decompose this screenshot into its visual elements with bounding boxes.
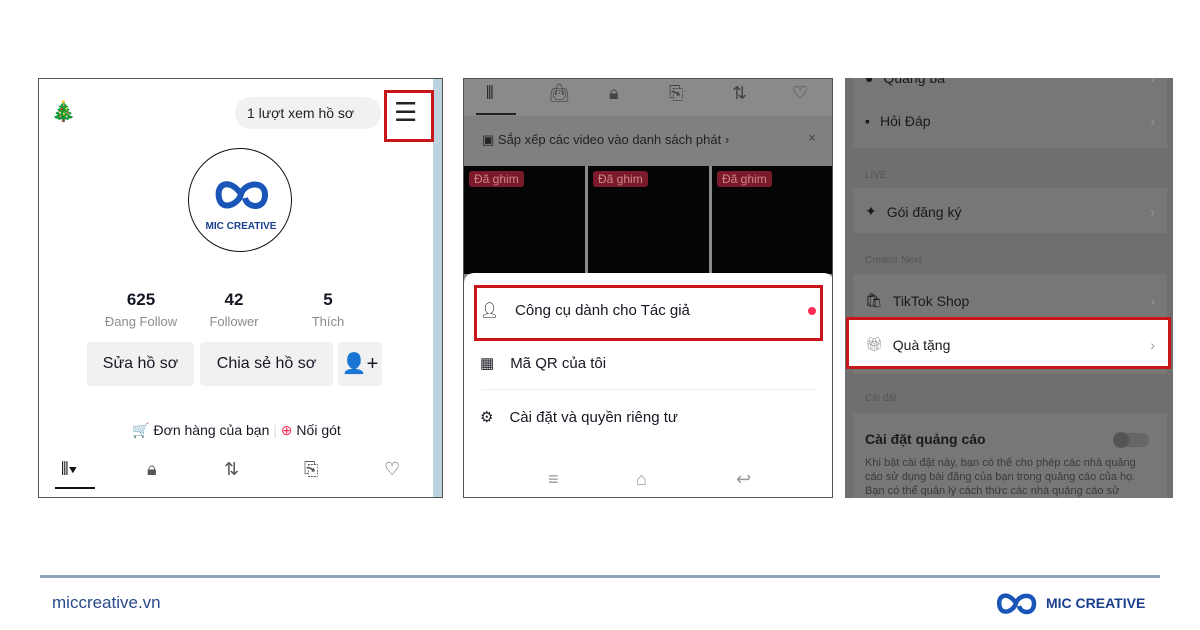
- video-thumb[interactable]: Đã ghim: [588, 166, 709, 274]
- section-creator-next: Creator Next: [865, 255, 922, 266]
- shop-icon[interactable]: 👜︎: [548, 83, 571, 104]
- gift-icon: 🎁︎: [865, 336, 883, 352]
- creator-tools-icon: 👤︎: [480, 302, 500, 319]
- footer-site: miccreative.vn: [52, 593, 161, 612]
- tree-icon: 🎄: [51, 101, 76, 123]
- stat-likes[interactable]: 5 Thích: [283, 290, 373, 329]
- section-settings: Cài đặt: [865, 393, 897, 404]
- liked-icon[interactable]: ♡: [384, 459, 400, 480]
- ad-settings-description: Khi bật cài đặt này, bạn có thể cho phép…: [865, 457, 1136, 497]
- row-promote[interactable]: ● Quảng bá ›: [865, 78, 1155, 86]
- qa-icon: ▪: [865, 113, 870, 129]
- brand-logo-icon: [997, 593, 1037, 615]
- nav-back-icon[interactable]: ↩: [736, 469, 751, 490]
- active-tab-underline: [55, 487, 95, 489]
- menu-sheet-screen: ⫴ 👜︎ 🔒︎ ⎘ ⇅ ♡ ▣ Sắp xếp các video vào da…: [463, 78, 833, 498]
- row-tiktok-shop[interactable]: 🛍︎ TikTok Shop ›: [865, 292, 1155, 309]
- menu-icon[interactable]: ☰: [394, 97, 417, 128]
- video-thumb[interactable]: Đã ghim: [464, 166, 585, 274]
- repost-icon[interactable]: ⇅: [224, 459, 239, 480]
- tabs-dimmed: ⫴ 👜︎ 🔒︎ ⎘ ⇅ ♡: [464, 79, 832, 115]
- menu-item-qr[interactable]: ▦ Mã QR của tôi: [480, 354, 606, 373]
- qr-icon: ▦: [480, 355, 495, 372]
- links-row: 🛒 Đơn hàng của bạn | ⊕ Nối gót: [132, 422, 341, 438]
- heart-icon[interactable]: ♡: [792, 83, 808, 104]
- profile-views-pill[interactable]: 1 lượt xem hồ sơ: [235, 97, 381, 129]
- row-subscription[interactable]: ✦ Gói đăng ký ›: [865, 203, 1155, 220]
- share-profile-button[interactable]: Chia sẻ hồ sơ: [200, 342, 333, 386]
- shop-icon: 🛍︎: [865, 292, 883, 308]
- footer-divider: [40, 575, 1160, 578]
- row-qa[interactable]: ▪ Hỏi Đáp ›: [865, 113, 1155, 129]
- notification-dot: [808, 307, 816, 315]
- nav-menu-icon[interactable]: ≡: [548, 469, 559, 490]
- section-live: LIVE: [865, 170, 887, 181]
- grid-icon[interactable]: ⫴▾: [61, 459, 77, 480]
- edit-profile-button[interactable]: Sửa hồ sơ: [87, 342, 194, 386]
- grid-icon[interactable]: ⫴: [486, 83, 494, 104]
- duet-icon: ⊕: [280, 422, 293, 438]
- video-thumb[interactable]: Đã ghim: [712, 166, 832, 274]
- ads-toggle[interactable]: [1113, 432, 1149, 448]
- noigot-link[interactable]: Nối gót: [296, 422, 340, 438]
- scroll-strip: [433, 79, 442, 497]
- profile-screen: 🎄 1 lượt xem hồ sơ ☰ MIC CREATIVE 625 Đan…: [38, 78, 443, 498]
- nav-home-icon[interactable]: ⌂: [636, 469, 647, 490]
- playlist-banner[interactable]: ▣ Sắp xếp các video vào danh sách phát ›…: [464, 116, 832, 166]
- avatar-text: MIC CREATIVE: [205, 221, 277, 232]
- lock-icon[interactable]: 🔒︎: [609, 83, 619, 104]
- menu-item-creator-tools[interactable]: 👤︎ Công cụ dành cho Tác giả: [480, 301, 690, 320]
- logo-icon: [215, 181, 268, 209]
- playlist-icon: ▣: [482, 132, 498, 147]
- bookmark-icon[interactable]: ⎘: [304, 459, 318, 480]
- menu-item-settings[interactable]: ⚙ Cài đặt và quyền riêng tư: [480, 408, 678, 427]
- close-icon[interactable]: ×: [808, 130, 816, 145]
- row-gifts[interactable]: 🎁︎ Quà tặng ›: [865, 336, 1155, 353]
- lock-icon[interactable]: 🔒︎: [147, 459, 157, 480]
- stat-following[interactable]: 625 Đang Follow: [96, 290, 186, 329]
- gear-icon: ⚙: [480, 409, 494, 426]
- row-ad-settings: Cài đặt quảng cáo: [865, 431, 986, 447]
- avatar[interactable]: MIC CREATIVE: [188, 148, 292, 252]
- subscription-icon: ✦: [865, 203, 877, 219]
- cart-icon: 🛒: [132, 422, 150, 438]
- stat-followers[interactable]: 42 Follower: [189, 290, 279, 329]
- repost-icon[interactable]: ⇅: [732, 83, 747, 104]
- orders-link[interactable]: Đơn hàng của bạn: [154, 422, 270, 438]
- add-friend-icon[interactable]: 👤+: [338, 342, 382, 386]
- bottom-sheet: 👤︎ Công cụ dành cho Tác giả ▦ Mã QR của tô…: [464, 273, 832, 497]
- settings-screen: ● Quảng bá › ▪ Hỏi Đáp › LIVE ✦ Gói đăng ký › …: [845, 78, 1173, 498]
- profile-tabs: ⫴▾ 🔒︎ ⇅ ⎘ ♡: [39, 459, 434, 489]
- footer-brand: MIC CREATIVE: [1046, 595, 1146, 611]
- bookmark-icon[interactable]: ⎘: [669, 83, 683, 104]
